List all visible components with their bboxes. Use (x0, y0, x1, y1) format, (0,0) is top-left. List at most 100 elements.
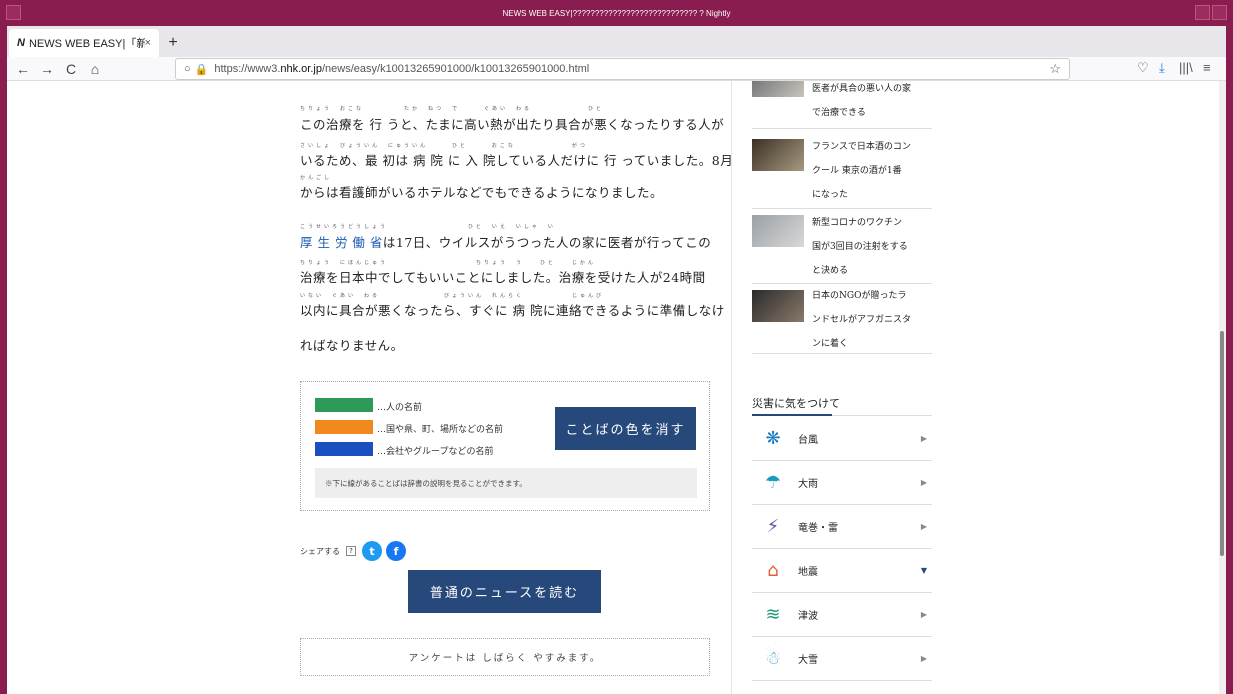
clear-colors-button[interactable]: ことばの色を消す (555, 407, 696, 450)
navigation-toolbar: ← → C ⌂ ○ 🔒 https://www3. nhk.or.jp/news/… (7, 57, 1226, 81)
news-title: ンドセルがアフガニスタ (812, 315, 912, 325)
read-normal-news-button[interactable]: 普通のニュースを読む (408, 570, 601, 613)
disaster-item-heavy-snow[interactable]: ☃ 大雪 ▶ (752, 637, 932, 681)
new-tab-button[interactable]: + (159, 29, 187, 57)
close-tab-icon[interactable]: × (145, 37, 151, 49)
legend-label: …国や県、町、場所などの名前 (377, 425, 504, 435)
ruby-line: ちりょう にほんじゅう ちりょう う ひと じかん (300, 260, 596, 266)
disaster-item-tsunami[interactable]: ≋ 津波 ▶ (752, 593, 932, 637)
forward-button[interactable]: → (35, 61, 59, 77)
nhk-favicon-icon: N (17, 37, 25, 49)
maximize-button[interactable] (1212, 5, 1227, 20)
url-bar[interactable]: ○ 🔒 https://www3. nhk.or.jp/news/easy/k10… (175, 58, 1070, 80)
window-title: NEWS WEB EASY|??????????????????????????… (502, 8, 731, 18)
legend-label: …会社やグループなどの名前 (377, 447, 494, 457)
news-title: 新型コロナのワクチン (812, 218, 903, 228)
scrollbar-thumb[interactable] (1220, 331, 1224, 556)
color-legend: …人の名前 …国や県、町、場所などの名前 …会社やグループなどの名前 ことばの色… (300, 381, 710, 511)
chevron-right-icon: ▶ (920, 522, 927, 531)
bookmark-star-icon[interactable]: ☆ (1049, 61, 1061, 77)
ruby-line: かんごし (300, 175, 333, 181)
news-title: 日本のNGOが贈ったラ (812, 291, 907, 301)
window-menu-button[interactable] (6, 5, 21, 20)
twitter-icon[interactable]: t (362, 541, 382, 561)
chevron-down-icon: ▼ (920, 566, 927, 575)
reload-button[interactable]: C (59, 61, 83, 77)
news-title: で治療できる (812, 108, 866, 118)
page-content: ちりょう おこな たか ねつ で ぐあい わる ひと この治療を 行 うと、たま… (7, 81, 1226, 694)
disaster-label: 竜巻・雷 (798, 523, 838, 534)
ruby-line: いない ぐあい わる びょういん れんらく じゅんび (300, 293, 605, 299)
article-line: この治療を 行 うと、たまに高い熱が出たり具合が悪くなったりする人が (300, 117, 725, 132)
news-item[interactable]: 新型コロナのワクチン 国が3回目の注射をする と決める (752, 209, 932, 284)
article-line: からは看護師がいるホテルなどでもできるようになりました。 (300, 185, 664, 200)
chevron-right-icon: ▶ (920, 478, 927, 487)
back-button[interactable]: ← (11, 61, 35, 77)
url-domain: nhk.or.jp (280, 63, 322, 75)
facebook-icon[interactable]: f (386, 541, 406, 561)
news-thumbnail (752, 139, 804, 171)
home-button[interactable]: ⌂ (83, 61, 107, 77)
disaster-section-title: 災害に気をつけて (752, 397, 840, 410)
tornado-icon: ⚡ (766, 516, 780, 537)
snow-icon: ☃ (764, 648, 782, 669)
news-title: 医者が具合の悪い人の家 (812, 84, 912, 94)
pocket-icon[interactable]: ♡ (1137, 60, 1149, 76)
share-label: シェアする (300, 546, 340, 556)
disaster-label: 台風 (798, 435, 818, 446)
umbrella-icon: ☂ (764, 472, 782, 493)
typhoon-icon: ❋ (765, 428, 781, 449)
chevron-right-icon: ▶ (920, 610, 927, 619)
share-bar: シェアする ? t f (300, 541, 410, 561)
news-title: になった (812, 190, 849, 200)
earthquake-icon: ⌂ (767, 560, 779, 581)
dictionary-note: ※下に線があることばは辞書の説明を見ることができます。 (315, 468, 697, 498)
sidebar-divider (731, 81, 732, 694)
legend-label: …人の名前 (377, 403, 423, 413)
article-line: は17日、ウイルスがうつった人の家に医者が行ってこの (382, 235, 712, 250)
disaster-label: 大雨 (798, 479, 818, 490)
news-item[interactable]: 日本のNGOが贈ったラ ンドセルがアフガニスタ ンに着く (752, 284, 932, 354)
lock-icon[interactable]: 🔒 (195, 63, 209, 76)
shield-icon[interactable]: ○ (184, 63, 191, 75)
news-title: 国が3回目の注射をする (812, 242, 908, 252)
url-path: /news/easy/k10013265901000/k100132659010… (321, 63, 590, 75)
news-item[interactable]: フランスで日本酒のコン クール 東京の酒が1番 になった (752, 129, 932, 209)
disaster-item-earthquake[interactable]: ⌂ 地震 ▼ (752, 549, 932, 593)
news-thumbnail (752, 215, 804, 247)
article-line: ればなりません。 (300, 338, 404, 353)
news-thumbnail (752, 290, 804, 322)
ministry-name[interactable]: 厚 生 労 働 省 (300, 235, 383, 250)
survey-notice: アンケートは しばらく やすみます。 (300, 638, 710, 676)
disaster-item-tornado[interactable]: ⚡ 竜巻・雷 ▶ (752, 505, 932, 549)
news-title: クール 東京の酒が1番 (812, 166, 902, 176)
tab-news-web-easy[interactable]: N NEWS WEB EASY|「新型コロナ」 × (9, 29, 159, 57)
news-title: フランスで日本酒のコン (812, 142, 911, 152)
menu-icon[interactable]: ≡ (1203, 60, 1211, 75)
share-help-button[interactable]: ? (346, 546, 356, 556)
ruby-line: ちりょう おこな たか ねつ で ぐあい わる ひと (300, 106, 604, 112)
section-divider (752, 414, 932, 416)
article-line: 治療を日本中でしてもいいことにしました。治療を受けた人が24時間 (300, 270, 706, 285)
window-titlebar: NEWS WEB EASY|??????????????????????????… (0, 0, 1233, 26)
download-icon[interactable]: ⤓ (1159, 60, 1165, 76)
ruby-line: こうせいろうどうしょう ひと いえ いしゃ い (300, 224, 556, 230)
ruby-line: さいしょ びょういん にゅういん ひと おこな がつ (300, 143, 588, 149)
news-title: と決める (812, 266, 849, 276)
disaster-label: 大雪 (798, 655, 818, 666)
article-line: いるため、最 初は 病 院 に 入 院している人だけに 行 っていました。8月 (300, 153, 734, 168)
url-prefix: https://www3. (214, 63, 281, 75)
green-swatch (315, 398, 373, 412)
tab-title: NEWS WEB EASY|「新型コロナ」 (28, 38, 145, 50)
tsunami-icon: ≋ (765, 604, 781, 625)
chevron-right-icon: ▶ (920, 434, 927, 443)
article-line: 以内に具合が悪くなったら、すぐに 病 院に連絡できるように準備しなけ (300, 303, 725, 318)
tab-bar: N NEWS WEB EASY|「新型コロナ」 × + (7, 26, 1226, 57)
news-title: ンに着く (812, 339, 849, 349)
disaster-item-heavy-rain[interactable]: ☂ 大雨 ▶ (752, 461, 932, 505)
library-icon[interactable]: |||\ (1179, 60, 1193, 75)
news-item[interactable]: 医者が具合の悪い人の家 で治療できる (752, 81, 932, 129)
news-thumbnail (752, 81, 804, 97)
disaster-item-typhoon[interactable]: ❋ 台風 ▶ (752, 417, 932, 461)
minimize-button[interactable] (1195, 5, 1210, 20)
